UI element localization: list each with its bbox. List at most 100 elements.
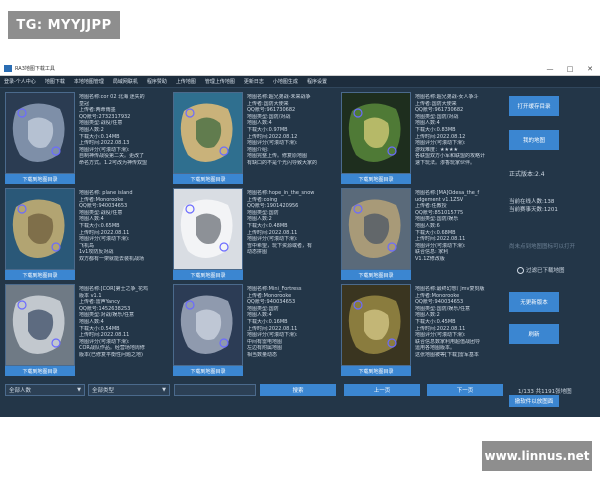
download-count: 当前赛事天数:1201 — [509, 207, 558, 213]
download-to-map-dir-button[interactable]: 下载到地图目录 — [341, 366, 411, 376]
map-info-line: 上传者:Monorooke — [247, 292, 292, 299]
map-info-line: 地图完整上传。修复原地图 — [247, 153, 308, 160]
map-info-line: 地图评分(可滚动下滑): — [247, 332, 298, 339]
map-preview-image — [6, 93, 74, 173]
menu-item-login[interactable]: 登录-个人中心 — [4, 78, 36, 85]
map-info-line: 联合信息数家利用超值战团导 — [415, 338, 481, 345]
map-thumbnail[interactable] — [341, 188, 411, 270]
map-info-line: 地图类型:国防/娱乐 — [415, 216, 459, 223]
map-info-line: 皇冠 — [79, 100, 90, 107]
map-info-line: 地图评分(可滚动下滑): — [79, 146, 130, 153]
map-info-line: QQ账号:851015775 — [415, 209, 464, 216]
map-info-line: 下载大小:0.65MB — [79, 222, 120, 229]
map-thumbnail[interactable] — [173, 188, 243, 270]
map-card: 下载到地图目录 地图名称:Mini_Fortress 上传者:Monorooke QQ… — [173, 284, 337, 377]
map-info-line: 地图名称:超兄弟战-未来战争 — [247, 94, 311, 100]
map-info: 地图名称:[MA]Odesa_the_f udgement v1.1ZSV 上传者:… — [415, 190, 503, 263]
map-card: 下载到地图目录 地图名称:[MA]Odesa_the_f udgement v1.1… — [341, 188, 505, 281]
map-thumbnail[interactable] — [5, 92, 75, 174]
download-to-map-dir-button[interactable]: 下载到地图目录 — [341, 174, 411, 184]
download-to-map-dir-button[interactable]: 下载到地图目录 — [173, 270, 243, 280]
download-to-map-dir-button[interactable]: 下载到地图目录 — [5, 270, 75, 280]
map-preview-image — [342, 93, 410, 173]
map-preview-image — [174, 189, 242, 269]
download-to-map-dir-button[interactable]: 下载到地图目录 — [341, 270, 411, 280]
menu-item-manage-uploads[interactable]: 管理上传地图 — [205, 78, 235, 85]
map-info-line: 地图人数:2 — [415, 312, 440, 319]
map-info-line: 上传者:Monorooke — [415, 292, 460, 299]
map-info-line: 地图类型:对战/娱乐/任意 — [79, 312, 135, 319]
map-info-line: QQ账号:2732317932 — [79, 113, 131, 120]
map-info-line: 地图人数:4 — [247, 312, 272, 319]
map-info-line: 地图评分(可滚动下滑): — [79, 338, 130, 345]
map-info-line: 地图类型:战役/任意 — [79, 120, 123, 127]
title-bar: RA3地图下载工具 — □ ✕ — [0, 62, 600, 76]
menu-item-changelog[interactable]: 更新日志 — [244, 78, 264, 85]
map-info-line: 地图名称:Mini_Fortress — [247, 286, 302, 292]
map-info: 地图名称:最终幻想门mv复刻版 上传者:Monorooke QQ账号:9400346… — [415, 286, 503, 359]
close-button[interactable]: ✕ — [580, 65, 600, 73]
menu-item-map-download[interactable]: 地图下载 — [45, 78, 65, 85]
search-button[interactable]: 搜索 — [260, 384, 336, 396]
menu-item-lan[interactable]: 局域网联机 — [113, 78, 138, 85]
menu-item-local-maps[interactable]: 本地地图管理 — [74, 78, 104, 85]
map-info-line: 上传者:Monorooke — [79, 196, 124, 203]
map-info-line: 上传时间:2022.08.12 — [415, 133, 466, 140]
download-to-map-dir-button[interactable]: 下载到地图目录 — [173, 366, 243, 376]
prev-page-button[interactable]: 上一页 — [344, 384, 420, 396]
watermark-top-left: TG: MYYJJPP — [8, 11, 120, 39]
map-info-line: 地图名称:cor 02 北海 迷失的 — [79, 94, 145, 100]
map-thumbnail[interactable] — [173, 284, 243, 366]
map-thumbnail[interactable] — [341, 284, 411, 366]
map-card: 下载到地图目录 地图名称:最终幻想门mv复刻版 上传者:Monorooke QQ账号:… — [341, 284, 505, 377]
my-maps-button[interactable]: 我的地图 — [509, 130, 559, 150]
map-info-line: 地图人数:2 — [247, 216, 272, 223]
map-thumbnail[interactable] — [5, 188, 75, 270]
map-info-line: 上传时间:2022.08.12 — [247, 133, 298, 140]
map-info-line: 动态拼图 — [247, 249, 268, 256]
map-thumbnail[interactable] — [5, 284, 75, 366]
players-select[interactable]: 全部人数 ▼ — [5, 384, 85, 396]
search-input[interactable] — [174, 384, 256, 396]
map-preview-image — [342, 189, 410, 269]
map-preview-image — [174, 285, 242, 365]
next-page-button[interactable]: 下一页 — [427, 384, 503, 396]
map-info-line: 上传者:coing — [247, 196, 278, 203]
menu-item-settings[interactable]: 程序设置 — [307, 78, 327, 85]
open-cache-button[interactable]: 打开缓存目录 — [509, 96, 559, 116]
map-info-line: 各联盟双方小军和联盟的攻略计 — [415, 153, 486, 160]
map-info-line: 联合信息: 家利 — [415, 249, 449, 256]
menu-item-upload[interactable]: 上传地图 — [176, 78, 196, 85]
map-thumbnail[interactable] — [173, 92, 243, 174]
map-info-line: 上传时间:2022.08.11 — [415, 325, 466, 332]
filter-downloaded-toggle[interactable]: 过滤已下载地图 — [517, 266, 565, 274]
menu-item-minimap[interactable]: 小地图生成 — [273, 78, 298, 85]
download-to-map-dir-button[interactable]: 下载到地图目录 — [5, 366, 75, 376]
map-info-line: 地图评分(可滚动下滑): — [415, 140, 466, 147]
type-select[interactable]: 全部类型 ▼ — [88, 384, 170, 396]
map-info-line: 地图名称:超兄弟战-女人争斗 — [415, 94, 479, 100]
no-update-button[interactable]: 无更新版本 — [509, 292, 559, 312]
map-info-line: 飞机岛 — [79, 242, 95, 249]
map-info-line: 这张地图被等[下载]雷军基本 — [415, 351, 479, 358]
map-info-line: 上传时间:2022.08.13 — [79, 140, 130, 147]
map-info-line: QQ账号:961730682 — [415, 107, 464, 114]
download-to-map-dir-button[interactable]: 下载到地图目录 — [5, 174, 75, 184]
map-info-line: 自制神传战役第二关。更改了 — [79, 153, 145, 160]
map-thumbnail[interactable] — [341, 92, 411, 174]
map-info-line: 地图名称: plane island — [79, 190, 133, 196]
map-info-line: 版本 v1.1 — [79, 292, 102, 299]
map-card: 下载到地图目录 地图名称:hope_in_the_snow 上传者:coing QQ账… — [173, 188, 337, 281]
map-info-line: QQ账号:1901420956 — [247, 203, 299, 210]
maximize-button[interactable]: □ — [560, 65, 580, 73]
map-info-line: QQ账号:940034653 — [247, 299, 296, 306]
download-to-map-dir-button[interactable]: 下载到地图目录 — [173, 174, 243, 184]
refresh-button[interactable]: 刷新 — [509, 324, 559, 344]
map-info-line: 下载大小:0.16MB — [247, 318, 288, 325]
minimize-button[interactable]: — — [540, 65, 560, 73]
map-info-line: 地图类型:国防/对战 — [247, 113, 291, 120]
menu-item-sponsor[interactable]: 程序赞助 — [147, 78, 167, 85]
map-info-line: 上传时间:2022.08.11 — [247, 325, 298, 332]
map-info-line: 上传者:国防大使来 — [415, 100, 457, 107]
map-info-line: 速下玩法。渗香玩家伙伴。 — [415, 159, 476, 166]
